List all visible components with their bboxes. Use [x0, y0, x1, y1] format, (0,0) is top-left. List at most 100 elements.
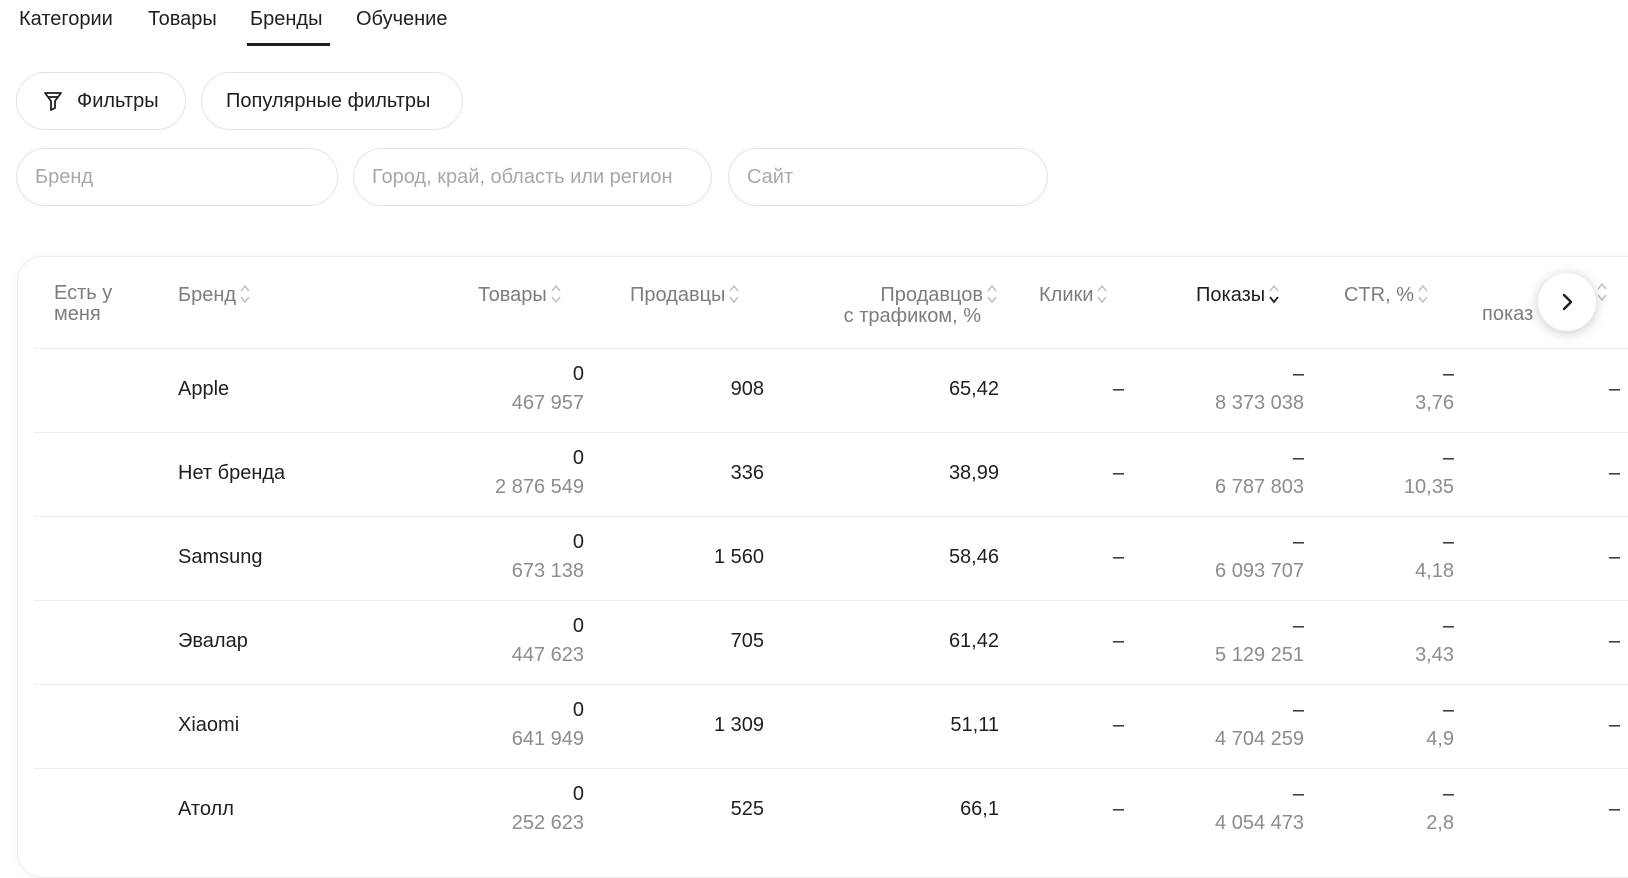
header-sellers-label: Продавцы: [630, 284, 726, 306]
partial-cell: –: [1608, 462, 1620, 484]
tab-learning[interactable]: Обучение: [356, 8, 447, 31]
table-row[interactable]: Эвалар 0 447 623 705 61,42– –5 129 251–3,43–: [34, 600, 1628, 685]
tab-products[interactable]: Товары: [148, 8, 217, 31]
impressions-cell: 6 093 707: [1215, 560, 1304, 582]
header-sellers[interactable]: Продавцы: [630, 283, 740, 306]
header-ctr-label: CTR, %: [1344, 284, 1414, 306]
impressions-own-cell: –: [1292, 447, 1304, 469]
sort-icon: [551, 284, 561, 304]
tab-brands[interactable]: Бренды: [250, 8, 322, 31]
sellers-cell: 908: [730, 378, 764, 400]
products-cell: 252 623: [511, 812, 584, 834]
header-sellers-traffic-line2: с трафиком, %: [843, 305, 981, 327]
header-products[interactable]: Товары: [478, 283, 562, 306]
header-ctr[interactable]: CTR, %: [1344, 283, 1429, 306]
traffic-cell: 61,42: [948, 630, 999, 652]
table-row[interactable]: Apple 0 467 957 908 65,42– –8 373 038–3,76–: [34, 348, 1628, 433]
sellers-cell: 705: [730, 630, 764, 652]
impressions-cell: 5 129 251: [1215, 644, 1304, 666]
impressions-cell: 8 373 038: [1215, 392, 1304, 414]
header-impressions-label: Показы: [1196, 284, 1266, 306]
products-own-cell: 0: [572, 783, 584, 805]
site-input[interactable]: [728, 148, 1048, 206]
header-have-it[interactable]: Есть у меня: [54, 283, 112, 325]
impressions-cell: 4 054 473: [1215, 812, 1304, 834]
header-products-label: Товары: [478, 284, 547, 306]
header-partial-label: показ: [1482, 303, 1534, 325]
sort-icon: [1597, 282, 1607, 302]
ctr-own-cell: –: [1442, 447, 1454, 469]
traffic-cell: 51,11: [950, 714, 999, 736]
ctr-cell: 3,76: [1415, 392, 1454, 414]
chevron-right-icon: [1562, 293, 1573, 311]
popular-filters-button[interactable]: Популярные фильтры: [201, 72, 463, 130]
ctr-cell: 4,9: [1426, 728, 1454, 750]
partial-cell: –: [1608, 630, 1620, 652]
header-sellers-traffic[interactable]: Продавцов с трафиком, %: [798, 283, 998, 327]
sort-icon: [1269, 284, 1279, 304]
ctr-own-cell: –: [1442, 615, 1454, 637]
products-own-cell: 0: [572, 699, 584, 721]
header-partial[interactable]: показ: [1482, 304, 1533, 325]
header-impressions[interactable]: Показы: [1196, 283, 1280, 306]
ctr-own-cell: –: [1442, 531, 1454, 553]
table-row[interactable]: Атолл 0 252 623 525 66,1– –4 054 473–2,8–: [34, 768, 1628, 853]
table-row[interactable]: Xiaomi 0 641 949 1 309 51,11– –4 704 259–4,9–: [34, 684, 1628, 769]
impressions-cell: 6 787 803: [1215, 476, 1304, 498]
header-sellers-traffic-line1: Продавцов: [880, 284, 983, 306]
tab-bar: Категории Товары Бренды Обучение: [0, 0, 600, 48]
sellers-cell: 1 560: [713, 546, 764, 568]
filters-button[interactable]: Фильтры: [16, 72, 186, 130]
impressions-own-cell: –: [1292, 615, 1304, 637]
products-cell: 467 957: [511, 392, 584, 414]
sort-icon: [1097, 284, 1108, 304]
traffic-cell: 66,1: [960, 798, 999, 820]
impressions-own-cell: –: [1292, 699, 1304, 721]
ctr-own-cell: –: [1442, 363, 1454, 385]
traffic-cell: 58,46: [948, 546, 999, 568]
ctr-own-cell: –: [1442, 699, 1454, 721]
partial-cell: –: [1608, 798, 1620, 820]
table-row[interactable]: Нет бренда 0 2 876 549 336 38,99– –6 787 803–…: [34, 432, 1628, 517]
brand-input[interactable]: [16, 148, 338, 206]
header-brand-label: Бренд: [178, 284, 237, 306]
sort-icon: [729, 284, 740, 304]
tab-categories[interactable]: Категории: [19, 8, 113, 31]
traffic-cell: 38,99: [948, 462, 999, 484]
ctr-cell: 2,8: [1426, 812, 1454, 834]
active-tab-indicator: [247, 43, 330, 46]
ctr-cell: 4,18: [1415, 560, 1454, 582]
partial-cell: –: [1608, 546, 1620, 568]
impressions-own-cell: –: [1292, 363, 1304, 385]
traffic-cell: 65,42: [948, 378, 999, 400]
sellers-cell: 525: [730, 798, 764, 820]
impressions-own-cell: –: [1292, 783, 1304, 805]
products-cell: 673 138: [511, 560, 584, 582]
header-clicks[interactable]: Клики: [1039, 283, 1108, 306]
filters-label: Фильтры: [77, 89, 159, 112]
ctr-own-cell: –: [1442, 783, 1454, 805]
partial-cell: –: [1608, 378, 1620, 400]
sort-icon: [1418, 284, 1428, 304]
sort-icon: [987, 284, 997, 304]
header-brand[interactable]: Бренд: [178, 283, 251, 306]
products-own-cell: 0: [572, 363, 584, 385]
sellers-cell: 336: [730, 462, 764, 484]
funnel-icon: [41, 89, 65, 113]
header-have-it-line1: Есть у: [54, 282, 113, 304]
header-have-it-line2: меня: [54, 303, 101, 325]
sellers-cell: 1 309: [713, 714, 764, 736]
scroll-right-button[interactable]: [1538, 273, 1596, 331]
table-row[interactable]: Samsung 0 673 138 1 560 58,46– –6 093 707–4,1…: [34, 516, 1628, 601]
header-clicks-label: Клики: [1039, 284, 1094, 306]
impressions-own-cell: –: [1292, 531, 1304, 553]
products-cell: 641 949: [511, 728, 584, 750]
popular-filters-label: Популярные фильтры: [226, 89, 431, 112]
products-own-cell: 0: [572, 447, 584, 469]
sort-icon: [240, 284, 250, 304]
partial-cell: –: [1608, 714, 1620, 736]
impressions-cell: 4 704 259: [1215, 728, 1304, 750]
region-input[interactable]: [353, 148, 712, 206]
ctr-cell: 10,35: [1403, 476, 1454, 498]
products-cell: 2 876 549: [495, 476, 584, 498]
